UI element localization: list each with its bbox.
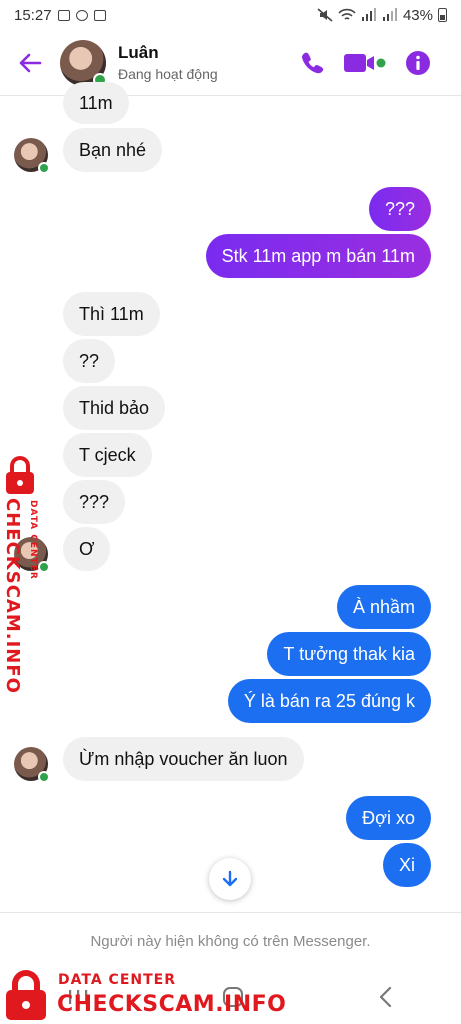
sender-avatar[interactable] — [14, 747, 50, 783]
back-nav-icon[interactable] — [376, 985, 396, 1009]
screen: { "status_bar": { "time": "15:27", "batt… — [0, 0, 461, 1024]
back-button[interactable] — [0, 33, 60, 93]
message-bubble[interactable]: ?? — [63, 339, 116, 383]
battery-percent: 43% — [402, 6, 433, 24]
message-bubble[interactable]: Thì 11m — [63, 292, 160, 336]
status-time: 15:27 — [14, 6, 52, 24]
message-bubble[interactable]: 11m — [63, 82, 129, 124]
message-bubble[interactable]: Đợi xo — [346, 796, 431, 840]
sender-avatar[interactable] — [14, 138, 50, 174]
bottom-watermark: DATA CENTER CHECKSCAM.INFO — [0, 962, 286, 1024]
battery-icon — [438, 8, 447, 22]
bottom-watermark-small: DATA CENTER — [58, 972, 176, 988]
message-bubble[interactable]: Ừm nhập voucher ăn luon — [63, 737, 304, 781]
contact-info[interactable]: Luân Đang hoạt động — [118, 43, 218, 82]
message-bubble[interactable]: Bạn nhé — [63, 128, 163, 172]
message-bubble[interactable]: ??? — [368, 187, 431, 231]
online-indicator — [38, 771, 50, 783]
mute-icon — [317, 8, 333, 22]
message-bubble[interactable]: Ý là bán ra 25 đúng k — [227, 679, 431, 723]
signal-icon — [361, 8, 376, 21]
message-bubble[interactable]: À nhầm — [336, 585, 431, 629]
back-arrow-icon — [19, 53, 42, 72]
message-bubble[interactable]: T tưởng thak kia — [267, 632, 431, 676]
scroll-to-bottom-button[interactable] — [209, 858, 251, 900]
contact-status: Đang hoạt động — [118, 66, 218, 82]
header-actions — [299, 50, 461, 76]
message-bubble[interactable]: Xi — [382, 843, 431, 887]
conversation-header: Luân Đang hoạt động — [0, 30, 461, 96]
message-bubble[interactable]: ??? — [63, 480, 126, 524]
online-indicator — [38, 162, 50, 174]
phone-icon[interactable] — [299, 50, 325, 76]
message-bubble[interactable]: T cjeck — [63, 433, 152, 477]
chevron-down-icon — [222, 870, 238, 887]
gallery-notification-icon — [57, 9, 70, 21]
signal-2-icon — [382, 8, 397, 21]
message-bubble[interactable]: Stk 11m app m bán 11m — [205, 234, 431, 278]
side-watermark-large: CHECKSCAM.INFO — [2, 498, 23, 694]
camera-notification-icon — [75, 9, 88, 21]
status-bar: 15:27 43% — [0, 0, 461, 30]
message-bubble[interactable]: Thid bảo — [63, 386, 166, 430]
contact-name: Luân — [118, 43, 159, 62]
bottom-watermark-large: CHECKSCAM.INFO — [57, 992, 287, 1017]
side-watermark-small: DATA CENTER — [28, 500, 38, 580]
padlock-icon — [6, 970, 46, 1020]
message-bubble[interactable]: Ơ — [63, 527, 111, 571]
side-watermark: DATA CENTER CHECKSCAM.INFO — [0, 452, 50, 694]
contact-avatar[interactable] — [60, 39, 107, 87]
info-icon[interactable] — [405, 50, 431, 76]
wifi-icon — [338, 8, 356, 20]
facebook-notification-icon — [93, 9, 106, 21]
video-camera-icon[interactable] — [343, 51, 387, 75]
